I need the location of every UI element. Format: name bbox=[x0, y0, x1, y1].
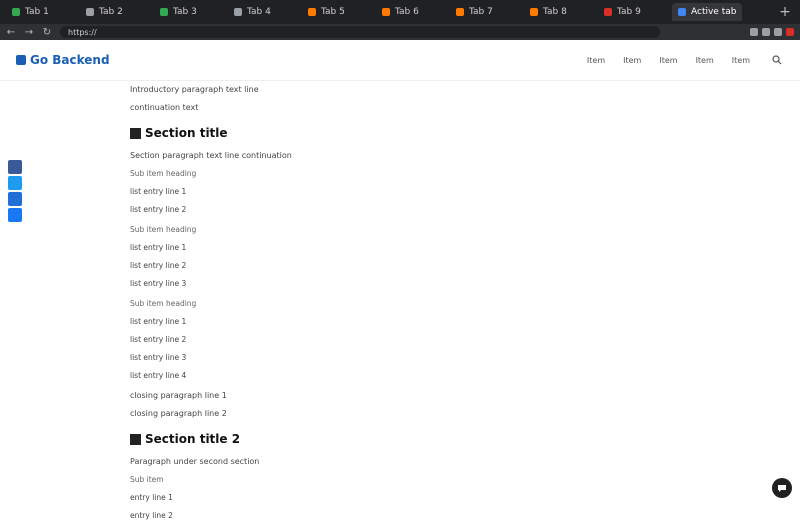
extension-icon[interactable] bbox=[786, 28, 794, 36]
tab-favicon-icon bbox=[160, 8, 168, 16]
site-logo-text: Go Backend bbox=[30, 53, 110, 67]
share-line-icon[interactable] bbox=[8, 208, 22, 222]
paragraph: Paragraph under second section bbox=[130, 457, 260, 466]
heading-marker-icon bbox=[130, 433, 141, 445]
share-twitter-icon[interactable] bbox=[8, 176, 22, 190]
browser-tab-strip: Tab 1 Tab 2 Tab 3 Tab 4 Tab 5 Tab 6 Tab 7 Tab 8… bbox=[0, 0, 800, 24]
forward-icon[interactable]: → bbox=[22, 25, 36, 39]
intro-line: continuation text bbox=[130, 103, 199, 112]
paragraph: closing paragraph line 2 bbox=[130, 409, 227, 418]
tab-label: Tab 6 bbox=[395, 7, 419, 17]
browser-tab[interactable]: Tab 1 bbox=[6, 3, 74, 21]
browser-tab[interactable]: Tab 6 bbox=[376, 3, 444, 21]
chat-icon bbox=[778, 485, 786, 492]
list-item: entry line 1 bbox=[130, 493, 173, 502]
tab-label: Tab 3 bbox=[173, 7, 197, 17]
section-heading-text: Section title 2 bbox=[145, 432, 241, 446]
tab-favicon-icon bbox=[86, 8, 94, 16]
site-header: Go Backend Item Item Item Item Item bbox=[0, 40, 800, 81]
section-heading: Section title 2 bbox=[130, 432, 526, 446]
url-input[interactable]: https:// bbox=[60, 26, 660, 38]
list-item: list entry line 2 bbox=[130, 261, 187, 270]
article-content: Introductory paragraph text line continu… bbox=[130, 84, 526, 530]
share-sidebar bbox=[8, 160, 24, 224]
browser-tab[interactable]: Tab 2 bbox=[80, 3, 148, 21]
intro-line: Introductory paragraph text line bbox=[130, 85, 259, 94]
list-block: Sub item heading list entry line 1 list … bbox=[130, 224, 526, 290]
section-heading: Section title bbox=[130, 126, 526, 140]
list-item: list entry line 1 bbox=[130, 243, 187, 252]
browser-tab[interactable]: Tab 3 bbox=[154, 3, 222, 21]
tab-label: Tab 2 bbox=[99, 7, 123, 17]
list-title: Sub item heading bbox=[130, 169, 197, 178]
tab-favicon-icon bbox=[234, 8, 242, 16]
back-icon[interactable]: ← bbox=[4, 25, 18, 39]
paragraph: Section paragraph text line continuation bbox=[130, 151, 292, 160]
share-facebook-icon[interactable] bbox=[8, 160, 22, 174]
browser-tab[interactable]: Tab 9 bbox=[598, 3, 666, 21]
address-bar-row: ← → ↻ https:// bbox=[0, 24, 800, 40]
paragraph: closing paragraph line 1 bbox=[130, 391, 227, 400]
browser-tab[interactable]: Tab 5 bbox=[302, 3, 370, 21]
chat-button[interactable] bbox=[772, 478, 792, 498]
tab-label: Tab 7 bbox=[469, 7, 493, 17]
tab-label: Tab 9 bbox=[617, 7, 641, 17]
search-icon[interactable] bbox=[772, 55, 782, 65]
list-item: list entry line 2 bbox=[130, 335, 187, 344]
list-item: list entry line 3 bbox=[130, 279, 187, 288]
tab-favicon-icon bbox=[456, 8, 464, 16]
tab-favicon-icon bbox=[382, 8, 390, 16]
list-block: Sub item heading list entry line 1 list … bbox=[130, 298, 526, 382]
list-item: list entry line 2 bbox=[130, 205, 187, 214]
nav-item[interactable]: Item bbox=[732, 56, 750, 65]
tab-favicon-icon bbox=[530, 8, 538, 16]
nav-item[interactable]: Item bbox=[659, 56, 677, 65]
nav-item[interactable]: Item bbox=[623, 56, 641, 65]
extension-icon[interactable] bbox=[774, 28, 782, 36]
tab-favicon-icon bbox=[678, 8, 686, 16]
browser-tab[interactable]: Tab 4 bbox=[228, 3, 296, 21]
list-title: Sub item bbox=[130, 475, 164, 484]
nav-item[interactable]: Item bbox=[587, 56, 605, 65]
reload-icon[interactable]: ↻ bbox=[40, 25, 54, 39]
extension-icon[interactable] bbox=[762, 28, 770, 36]
logo-icon bbox=[16, 55, 26, 65]
list-block: Sub item entry line 1 entry line 2 bbox=[130, 474, 526, 522]
browser-tab[interactable]: Tab 8 bbox=[524, 3, 592, 21]
browser-tab[interactable]: Active tab bbox=[672, 3, 743, 21]
list-title: Sub item heading bbox=[130, 225, 197, 234]
list-item: list entry line 1 bbox=[130, 317, 187, 326]
section-heading-text: Section title bbox=[145, 126, 228, 140]
tab-label: Tab 4 bbox=[247, 7, 271, 17]
extension-icon[interactable] bbox=[750, 28, 758, 36]
tab-label: Active tab bbox=[691, 7, 737, 17]
browser-tab[interactable]: Tab 7 bbox=[450, 3, 518, 21]
tab-favicon-icon bbox=[308, 8, 316, 16]
list-item: list entry line 3 bbox=[130, 353, 187, 362]
tab-favicon-icon bbox=[12, 8, 20, 16]
list-block: Sub item heading list entry line 1 list … bbox=[130, 168, 526, 216]
extension-icons bbox=[750, 28, 794, 36]
heading-marker-icon bbox=[130, 127, 141, 139]
nav-item[interactable]: Item bbox=[696, 56, 714, 65]
tab-favicon-icon bbox=[604, 8, 612, 16]
site-logo[interactable]: Go Backend bbox=[16, 53, 110, 67]
share-hatena-icon[interactable] bbox=[8, 192, 22, 206]
tab-label: Tab 5 bbox=[321, 7, 345, 17]
site-nav: Item Item Item Item Item bbox=[587, 56, 750, 65]
new-tab-button[interactable]: + bbox=[776, 3, 794, 21]
list-title: Sub item heading bbox=[130, 299, 197, 308]
tab-label: Tab 1 bbox=[25, 7, 49, 17]
list-item: list entry line 4 bbox=[130, 371, 187, 380]
tab-label: Tab 8 bbox=[543, 7, 567, 17]
list-item: entry line 2 bbox=[130, 511, 173, 520]
list-item: list entry line 1 bbox=[130, 187, 187, 196]
